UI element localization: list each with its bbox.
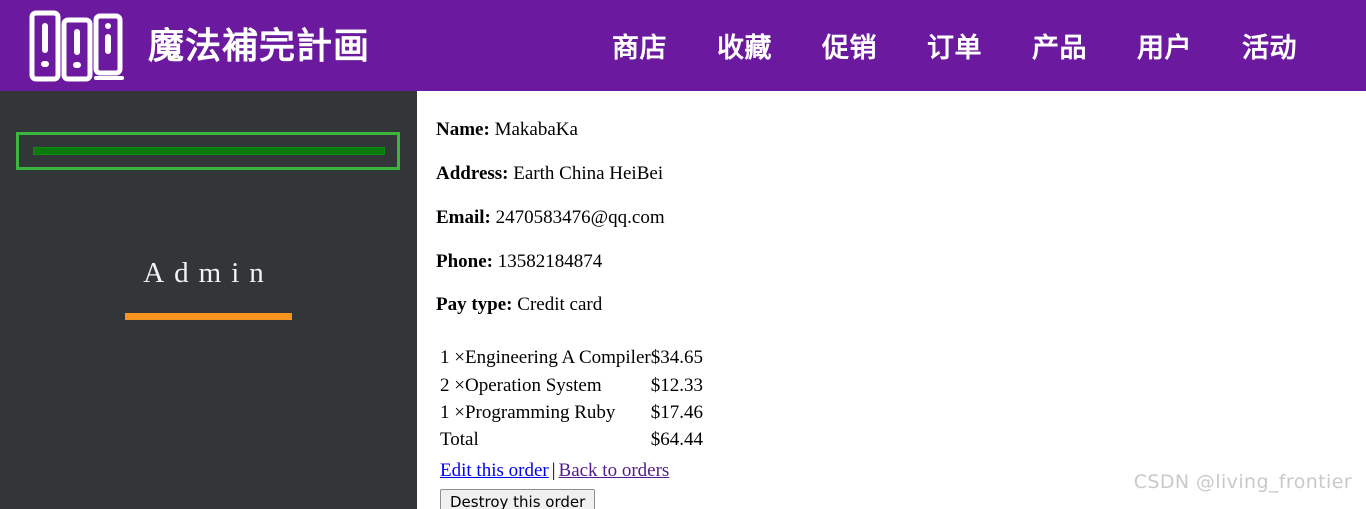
sidebar-search-box[interactable] — [16, 132, 400, 170]
order-total-price: $64.44 — [650, 429, 703, 451]
order-field-address: Address: Earth China HeiBei — [436, 163, 1366, 185]
brand[interactable]: 魔法補完計画 — [28, 9, 370, 83]
order-field-email-label: Email: — [436, 206, 491, 228]
order-detail-panel: Name: MakabaKa Address: Earth China HeiB… — [417, 91, 1366, 509]
action-separator: | — [551, 460, 556, 482]
order-total-row: Total $64.44 — [440, 428, 703, 455]
table-row: 1 × Programming Ruby $17.46 — [440, 401, 703, 428]
order-field-paytype-value: Credit card — [517, 294, 603, 316]
order-field-name-value: MakabaKa — [494, 119, 578, 140]
brand-title: 魔法補完計画 — [148, 24, 371, 67]
order-field-address-label: Address: — [436, 162, 509, 184]
order-field-address-value: Earth China HeiBei — [513, 162, 664, 184]
destroy-order-button[interactable]: Destroy this order — [440, 489, 596, 509]
books-logo-icon — [28, 9, 132, 83]
nav-item-promotion[interactable]: 促销 — [822, 26, 877, 65]
watermark: CSDN @living_frontier — [1133, 471, 1352, 493]
order-field-phone-value: 13582184874 — [497, 250, 603, 272]
admin-block: Admin — [0, 256, 417, 320]
line-item-name: Programming Ruby — [464, 401, 616, 423]
line-item-price: $12.33 — [650, 374, 703, 396]
admin-label: Admin — [143, 257, 274, 289]
main-nav: 商店 收藏 促销 订单 产品 用户 活动 — [612, 0, 1297, 91]
line-item-qty: 1 × — [440, 347, 465, 369]
order-line-items-table: 1 × Engineering A Compiler $34.65 2 × Op… — [440, 346, 703, 455]
order-field-paytype: Pay type: Credit card — [436, 294, 1366, 316]
line-item-qty: 2 × — [440, 374, 465, 396]
nav-item-orders[interactable]: 订单 — [927, 26, 982, 65]
order-field-email: Email: 2470583476@qq.com — [436, 207, 1366, 229]
order-field-name-label: Name: — [436, 119, 490, 140]
order-total-label: Total — [440, 429, 479, 451]
order-field-name: Name: MakabaKa — [436, 119, 1366, 141]
nav-item-favorites[interactable]: 收藏 — [717, 26, 772, 65]
page-root: 魔法補完計画 商店 收藏 促销 订单 产品 用户 活动 Admin Logout… — [0, 0, 1366, 509]
line-item-price: $34.65 — [650, 347, 703, 369]
table-row: 2 × Operation System $12.33 — [440, 374, 703, 401]
nav-item-shop[interactable]: 商店 — [612, 26, 667, 65]
sidebar-search-bar — [33, 147, 385, 155]
table-row: 1 × Engineering A Compiler $34.65 — [440, 346, 703, 373]
back-to-orders-link[interactable]: Back to orders — [559, 460, 670, 481]
order-field-email-value: 2470583476@qq.com — [495, 206, 665, 228]
line-item-name: Engineering A Compiler — [464, 347, 651, 369]
line-item-name: Operation System — [464, 374, 602, 396]
order-field-phone: Phone: 13582184874 — [436, 251, 1366, 273]
line-item-qty: 1 × — [440, 401, 465, 423]
nav-item-products[interactable]: 产品 — [1032, 26, 1087, 65]
nav-item-users[interactable]: 用户 — [1137, 26, 1192, 65]
order-field-phone-label: Phone: — [436, 250, 493, 272]
site-header: 魔法補完計画 商店 收藏 促销 订单 产品 用户 活动 — [0, 0, 1366, 91]
edit-order-link[interactable]: Edit this order — [440, 460, 549, 481]
order-field-paytype-label: Pay type: — [436, 294, 513, 316]
admin-underline — [125, 312, 292, 320]
sidebar: Admin Logout — [0, 91, 417, 509]
nav-item-activity[interactable]: 活动 — [1242, 26, 1297, 65]
line-item-price: $17.46 — [650, 401, 703, 423]
